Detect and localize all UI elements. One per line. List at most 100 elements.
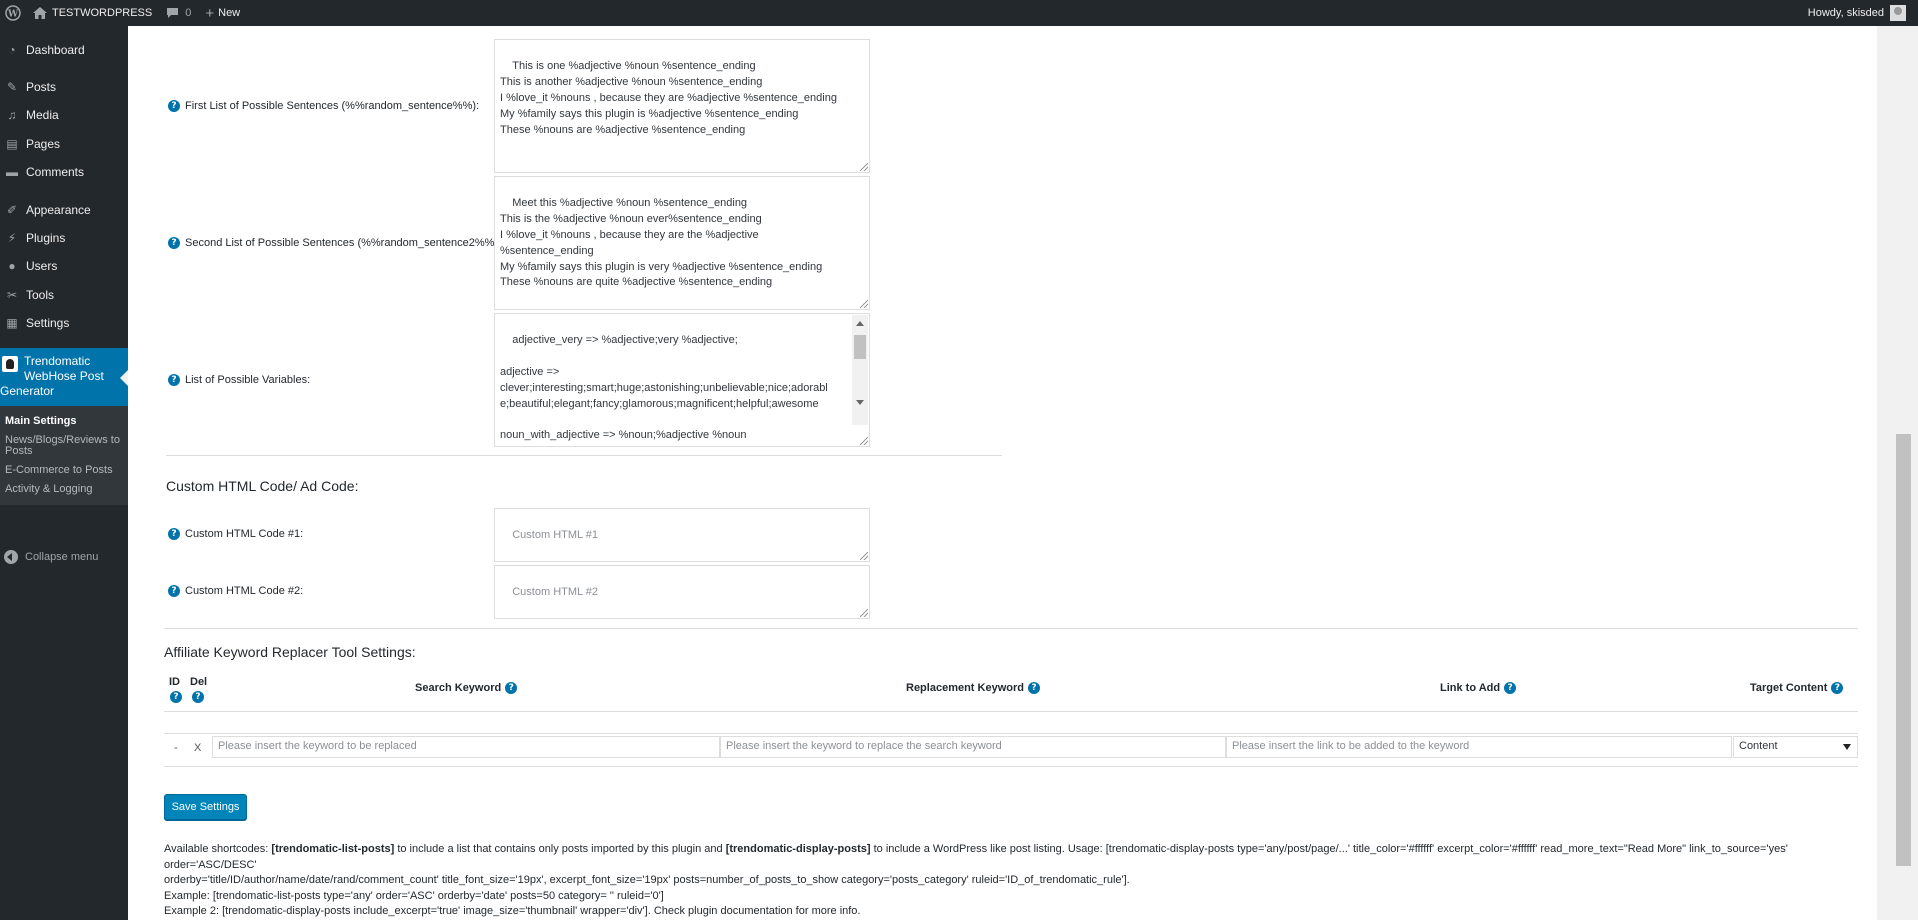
chevron-down-icon — [1843, 744, 1851, 750]
menu-settings[interactable]: ▦ Settings — [0, 309, 128, 337]
notes-line-4: Example 2: [trendomatic-display-posts in… — [164, 905, 861, 917]
comments-count: 0 — [185, 7, 192, 19]
col-del-label: Del — [190, 676, 208, 688]
menu-users[interactable]: ● Users — [0, 252, 128, 280]
avatar — [1890, 5, 1906, 21]
shortcode-notes: Available shortcodes: [trendomatic-list-… — [164, 842, 1864, 920]
first-list-value: This is one %adjective %noun %sentence_e… — [500, 59, 837, 136]
menu-trendomatic-label-1: Trendomatic — [24, 354, 91, 368]
help-icon[interactable]: ? — [1027, 682, 1040, 694]
menu-plugins-label: Plugins — [26, 231, 66, 245]
submenu-main-settings[interactable]: Main Settings — [0, 412, 128, 431]
resize-grip-icon[interactable] — [860, 163, 868, 171]
comments-link[interactable]: 0 — [159, 0, 198, 26]
menu-trendomatic[interactable]: Trendomatic WebHose Post Generator — [0, 348, 128, 406]
menu-plugins[interactable]: ⚡ Plugins — [0, 224, 128, 252]
pages-icon: ▤ — [6, 137, 18, 151]
current-menu-arrow — [120, 370, 128, 386]
menu-posts[interactable]: ✎ Posts — [0, 73, 128, 101]
resize-grip-icon[interactable] — [860, 300, 868, 308]
menu-comments[interactable]: ▬ Comments — [0, 158, 128, 186]
link-to-add-input[interactable]: Please insert the link to be added to th… — [1226, 736, 1732, 758]
scroll-thumb[interactable] — [854, 335, 866, 359]
page-scrollbar[interactable] — [1877, 26, 1918, 920]
custom-html-1-placeholder: Custom HTML #1 — [512, 528, 599, 541]
menu-settings-label: Settings — [26, 316, 70, 330]
link-to-add-placeholder: Please insert the link to be added to th… — [1232, 740, 1470, 752]
submenu-news-blogs-reviews[interactable]: News/Blogs/Reviews to Posts — [0, 431, 128, 461]
brush-icon: ✐ — [6, 203, 18, 217]
page-scroll-thumb[interactable] — [1896, 434, 1911, 866]
settings-icon: ▦ — [6, 316, 18, 330]
site-name: TESTWORDPRESS — [52, 7, 153, 19]
help-icon[interactable]: ? — [168, 237, 180, 249]
notes-line-2: orderby='title/ID/author/name/date/rand/… — [164, 874, 1130, 886]
submenu-activity-logging[interactable]: Activity & Logging — [0, 480, 128, 499]
svg-text:W: W — [7, 10, 19, 20]
plus-icon: + — [205, 4, 215, 22]
menu-trendomatic-label-2: WebHose Post — [24, 369, 104, 383]
menu-tools[interactable]: ✂ Tools — [0, 281, 128, 309]
notes-text: to include a list that contains only pos… — [394, 843, 726, 855]
menu-media[interactable]: ♫ Media — [0, 101, 128, 129]
divider — [164, 711, 1858, 712]
admin-sidebar: ◔ Dashboard ✎ Posts ♫ Media ▤ Pages ▬ Co… — [0, 26, 128, 920]
media-icon: ♫ — [7, 108, 17, 122]
second-list-label-row: ? Second List of Possible Sentences (%%r… — [168, 237, 501, 249]
help-icon[interactable]: ? — [192, 691, 204, 703]
menu-users-label: Users — [26, 259, 58, 273]
wordpress-logo-icon[interactable]: W — [0, 0, 26, 26]
menu-dashboard[interactable]: ◔ Dashboard — [0, 36, 128, 64]
first-list-label-row: ? First List of Possible Sentences (%%ra… — [168, 100, 479, 112]
col-id-label: ID — [169, 676, 180, 688]
variables-textarea[interactable]: adjective_very => %adjective;very %adjec… — [494, 313, 870, 447]
menu-appearance[interactable]: ✐ Appearance — [0, 196, 128, 224]
variables-label-row: ? List of Possible Variables: — [168, 374, 310, 386]
target-content-select[interactable]: Content — [1733, 736, 1858, 758]
custom-html-2-textarea[interactable]: Custom HTML #2 — [494, 565, 870, 619]
divider — [164, 766, 1858, 767]
textarea-scrollbar[interactable] — [852, 315, 868, 425]
col-target-label: Target Content — [1750, 682, 1828, 694]
col-replacement-header: Replacement Keyword ? — [906, 682, 1040, 694]
my-account-link[interactable]: Howdy, skisded — [1801, 0, 1918, 26]
menu-pages[interactable]: ▤ Pages — [0, 130, 128, 158]
howdy-text: Howdy, skisded — [1807, 7, 1884, 19]
new-label: New — [218, 7, 241, 19]
resize-grip-icon[interactable] — [860, 609, 868, 617]
second-list-textarea[interactable]: Meet this %adjective %noun %sentence_end… — [494, 176, 870, 310]
help-icon[interactable]: ? — [168, 585, 180, 597]
help-icon[interactable]: ? — [1504, 682, 1517, 694]
site-name-link[interactable]: TESTWORDPRESS — [26, 0, 159, 26]
first-list-label: First List of Possible Sentences (%%rand… — [185, 100, 480, 112]
search-keyword-input[interactable]: Please insert the keyword to be replaced — [212, 736, 720, 758]
new-content-link[interactable]: + New — [198, 0, 247, 26]
col-id-header: ID — [169, 676, 180, 688]
help-icon[interactable]: ? — [168, 528, 180, 540]
help-icon[interactable]: ? — [505, 682, 518, 694]
row-delete-button[interactable]: X — [194, 742, 201, 754]
variables-value: adjective_very => %adjective;very %adjec… — [500, 333, 828, 442]
scroll-up-icon[interactable] — [856, 321, 864, 326]
help-icon[interactable]: ? — [168, 100, 180, 112]
help-icon[interactable]: ? — [168, 374, 180, 386]
target-content-value: Content — [1739, 740, 1778, 752]
submenu-ecommerce[interactable]: E-Commerce to Posts — [0, 461, 128, 480]
menu-trendomatic-label-3: Generator — [0, 384, 55, 398]
resize-grip-icon[interactable] — [860, 552, 868, 560]
collapse-menu-button[interactable]: Collapse menu — [0, 546, 128, 568]
notes-text: Available shortcodes: — [164, 843, 272, 855]
help-icon[interactable]: ? — [170, 691, 182, 703]
menu-posts-label: Posts — [26, 80, 57, 94]
custom-html-1-textarea[interactable]: Custom HTML #1 — [494, 508, 870, 562]
help-icon[interactable]: ? — [1831, 682, 1844, 694]
scroll-down-icon[interactable] — [856, 400, 864, 405]
resize-grip-icon[interactable] — [860, 437, 868, 445]
first-list-textarea[interactable]: This is one %adjective %noun %sentence_e… — [494, 39, 870, 173]
row-id: - — [174, 742, 178, 754]
replacement-keyword-input[interactable]: Please insert the keyword to replace the… — [720, 736, 1226, 758]
save-settings-button[interactable]: Save Settings — [164, 794, 247, 820]
divider — [166, 455, 1002, 456]
notes-line-1: Available shortcodes: [trendomatic-list-… — [164, 842, 1864, 873]
second-list-label: Second List of Possible Sentences (%%ran… — [185, 237, 502, 249]
